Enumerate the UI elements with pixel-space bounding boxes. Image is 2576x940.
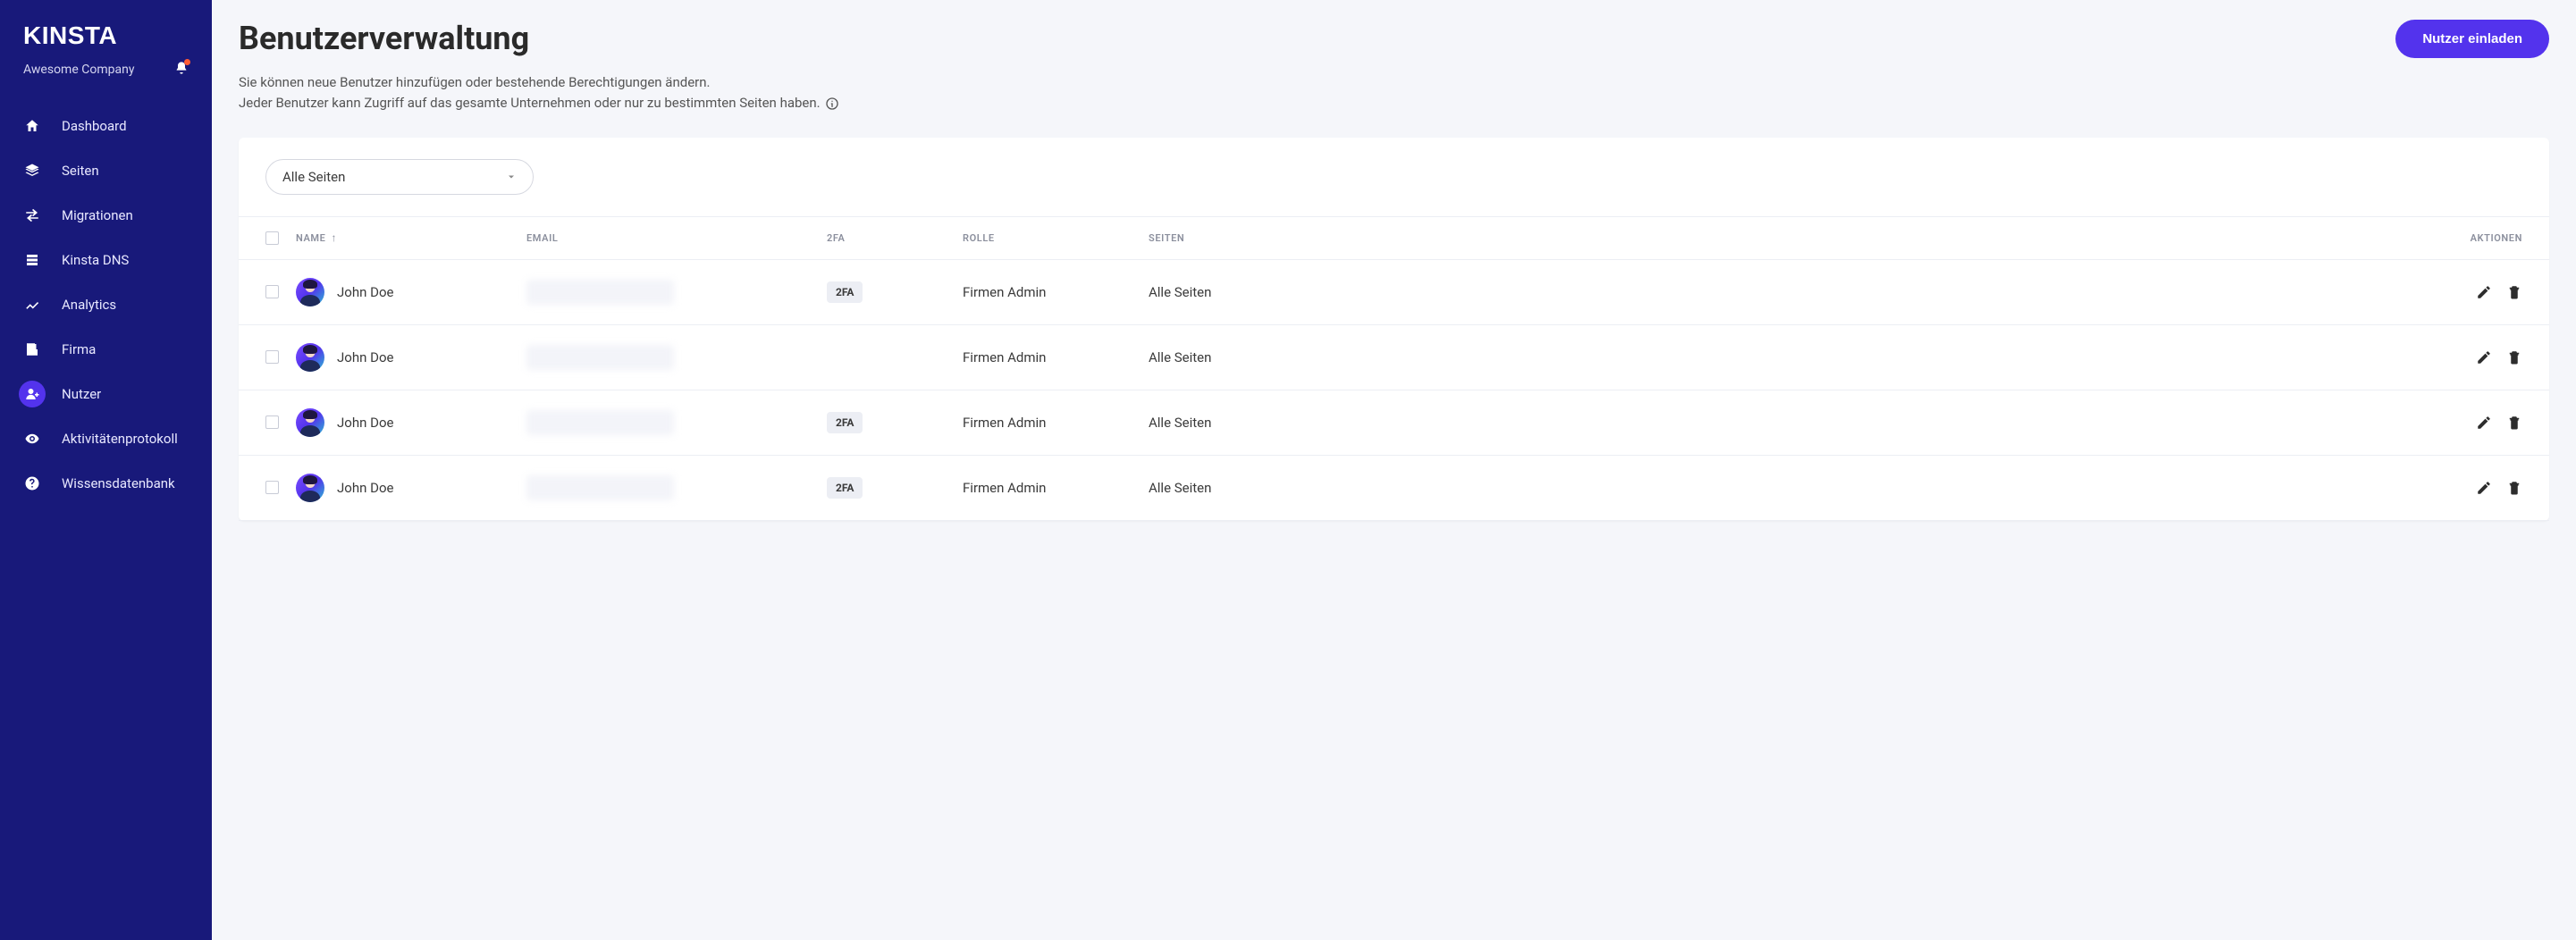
- user-role: Firmen Admin: [963, 415, 1149, 431]
- twofa-badge: 2FA: [827, 477, 863, 499]
- user-name: John Doe: [337, 284, 393, 300]
- edit-button[interactable]: [2476, 284, 2492, 300]
- row-checkbox[interactable]: [265, 415, 279, 429]
- avatar: [296, 474, 324, 502]
- user-pages: Alle Seiten: [1149, 284, 2451, 300]
- layers-icon: [19, 157, 46, 184]
- user-name: John Doe: [337, 349, 393, 365]
- site-filter-select[interactable]: Alle Seiten: [265, 159, 534, 195]
- column-header-email[interactable]: EMAIL: [526, 232, 827, 244]
- building-icon: [19, 336, 46, 363]
- sidebar-item-nutzer[interactable]: Nutzer: [0, 372, 212, 416]
- logo: KINSTA: [0, 21, 212, 50]
- edit-button[interactable]: [2476, 349, 2492, 365]
- sidebar-item-aktivitätenprotokoll[interactable]: Aktivitätenprotokoll: [0, 416, 212, 461]
- user-plus-icon: [19, 381, 46, 407]
- sidebar-item-label: Firma: [62, 341, 96, 357]
- user-pages: Alle Seiten: [1149, 480, 2451, 496]
- column-header-pages[interactable]: SEITEN: [1149, 232, 2451, 244]
- avatar: [296, 408, 324, 437]
- sidebar-item-firma[interactable]: Firma: [0, 327, 212, 372]
- table-header: NAME ↑ EMAIL 2FA ROLLE SEITEN AKTIONEN: [239, 216, 2549, 260]
- user-email: [526, 345, 674, 370]
- help-icon: [19, 470, 46, 497]
- subtitle-line-2: Jeder Benutzer kann Zugriff auf das gesa…: [239, 95, 821, 111]
- page-subtitle: Sie können neue Benutzer hinzufügen oder…: [239, 72, 2549, 114]
- company-row: Awesome Company: [0, 61, 212, 79]
- edit-button[interactable]: [2476, 480, 2492, 496]
- dns-icon: [19, 247, 46, 273]
- notification-dot: [184, 59, 190, 65]
- sidebar-item-label: Wissensdatenbank: [62, 475, 175, 491]
- main-content: Benutzerverwaltung Nutzer einladen Sie k…: [212, 0, 2576, 940]
- user-name: John Doe: [337, 480, 393, 496]
- column-header-role[interactable]: ROLLE: [963, 232, 1149, 244]
- brand-text: KINSTA: [23, 21, 117, 49]
- user-email: [526, 280, 674, 305]
- sidebar-item-label: Kinsta DNS: [62, 252, 129, 268]
- row-checkbox[interactable]: [265, 285, 279, 298]
- twofa-badge: 2FA: [827, 412, 863, 433]
- select-all-checkbox[interactable]: [265, 231, 279, 245]
- delete-button[interactable]: [2506, 284, 2522, 300]
- sidebar-item-label: Nutzer: [62, 386, 101, 402]
- user-role: Firmen Admin: [963, 349, 1149, 365]
- user-role: Firmen Admin: [963, 284, 1149, 300]
- edit-button[interactable]: [2476, 415, 2492, 431]
- sidebar-item-migrationen[interactable]: Migrationen: [0, 193, 212, 238]
- page-header: Benutzerverwaltung Nutzer einladen: [239, 20, 2549, 58]
- sidebar-item-dashboard[interactable]: Dashboard: [0, 104, 212, 148]
- sidebar-item-analytics[interactable]: Analytics: [0, 282, 212, 327]
- sidebar-item-wissensdatenbank[interactable]: Wissensdatenbank: [0, 461, 212, 506]
- delete-button[interactable]: [2506, 480, 2522, 496]
- user-pages: Alle Seiten: [1149, 349, 2451, 365]
- sidebar-item-label: Dashboard: [62, 118, 127, 134]
- row-checkbox[interactable]: [265, 350, 279, 364]
- table-body: John Doe2FAFirmen AdminAlle SeitenJohn D…: [239, 260, 2549, 521]
- sidebar-item-label: Seiten: [62, 163, 99, 179]
- table-row: John Doe Firmen AdminAlle Seiten: [239, 325, 2549, 390]
- page-title: Benutzerverwaltung: [239, 20, 529, 57]
- sidebar-nav: Dashboard Seiten Migrationen Kinsta DNS Anal…: [0, 104, 212, 506]
- home-icon: [19, 113, 46, 139]
- sort-indicator: ↑: [331, 231, 337, 244]
- column-header-name[interactable]: NAME ↑: [296, 231, 526, 244]
- user-email: [526, 475, 674, 500]
- table-row: John Doe 2FA Firmen AdminAlle Seiten: [239, 260, 2549, 325]
- avatar: [296, 343, 324, 372]
- column-header-actions: AKTIONEN: [2451, 232, 2522, 244]
- sidebar-item-label: Analytics: [62, 297, 116, 313]
- table-row: John Doe 2FA Firmen AdminAlle Seiten: [239, 456, 2549, 521]
- table-row: John Doe 2FA Firmen AdminAlle Seiten: [239, 390, 2549, 456]
- trend-icon: [19, 291, 46, 318]
- delete-button[interactable]: [2506, 349, 2522, 365]
- column-header-2fa[interactable]: 2FA: [827, 232, 963, 244]
- user-pages: Alle Seiten: [1149, 415, 2451, 431]
- subtitle-line-1: Sie können neue Benutzer hinzufügen oder…: [239, 74, 711, 90]
- user-role: Firmen Admin: [963, 480, 1149, 496]
- site-filter-value: Alle Seiten: [282, 169, 345, 185]
- sidebar-item-label: Aktivitätenprotokoll: [62, 431, 178, 447]
- users-card: Alle Seiten NAME ↑ EMAIL 2FA ROLLE SEITE…: [239, 138, 2549, 521]
- user-name: John Doe: [337, 415, 393, 431]
- sidebar-item-seiten[interactable]: Seiten: [0, 148, 212, 193]
- row-checkbox[interactable]: [265, 481, 279, 494]
- notifications-button[interactable]: [174, 61, 189, 79]
- invite-user-button[interactable]: Nutzer einladen: [2395, 20, 2549, 58]
- avatar: [296, 278, 324, 306]
- user-email: [526, 410, 674, 435]
- migrate-icon: [19, 202, 46, 229]
- eye-icon: [19, 425, 46, 452]
- delete-button[interactable]: [2506, 415, 2522, 431]
- sidebar-item-label: Migrationen: [62, 207, 133, 223]
- sidebar: KINSTA Awesome Company Dashboard Seiten Mi…: [0, 0, 212, 940]
- chevron-down-icon: [506, 172, 517, 182]
- sidebar-item-kinsta-dns[interactable]: Kinsta DNS: [0, 238, 212, 282]
- filter-row: Alle Seiten: [239, 138, 2549, 216]
- company-name: Awesome Company: [23, 63, 134, 77]
- twofa-badge: 2FA: [827, 281, 863, 303]
- info-icon[interactable]: [825, 97, 839, 111]
